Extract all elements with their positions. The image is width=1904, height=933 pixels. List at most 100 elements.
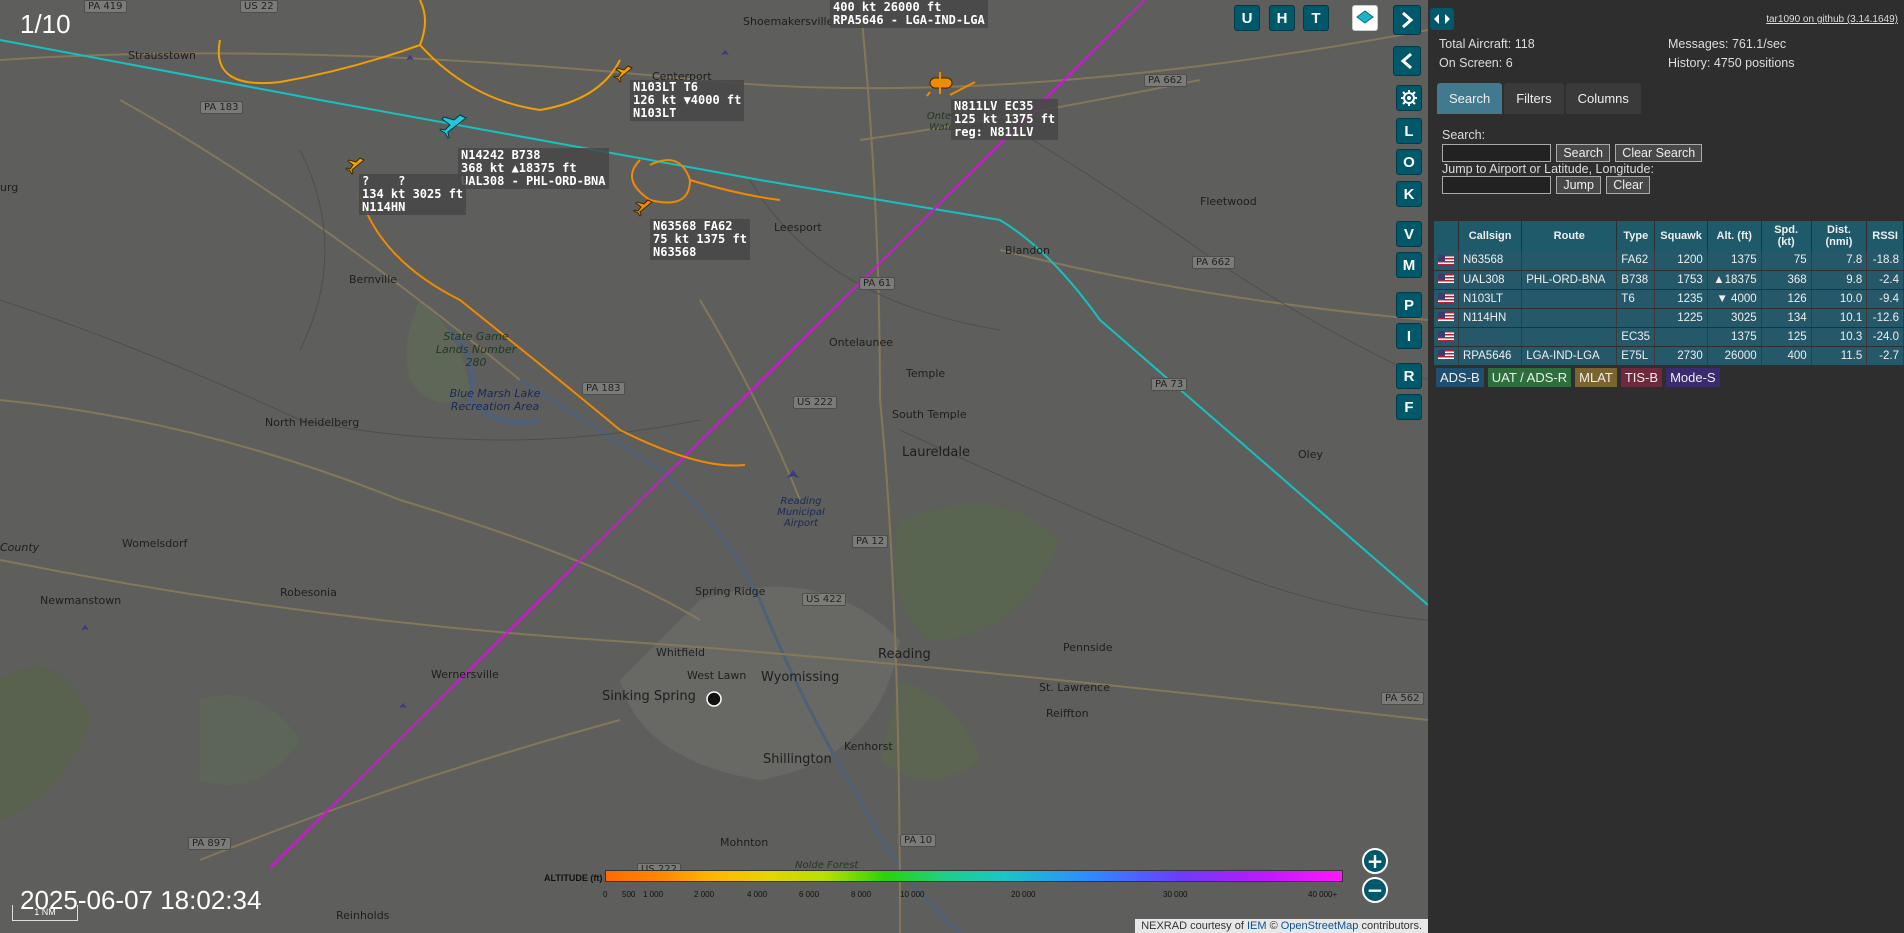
cell-type: T6 (1616, 289, 1656, 309)
column-header-altitude[interactable]: Alt. (ft) (1707, 221, 1762, 251)
aircraft-label-n14242[interactable]: N14242 B738 368 kt ▲18375 ft UAL308 - PH… (458, 148, 609, 189)
attribution-osm-link[interactable]: OpenStreetMap (1281, 920, 1359, 932)
settings-button[interactable] (1396, 85, 1422, 111)
cell-distance: 11.5 (1811, 346, 1868, 366)
sidebar-tabs: Search Filters Columns (1437, 83, 1641, 114)
on-screen-stat: On Screen: 6 (1439, 56, 1513, 70)
badge-uat-adsr: UAT / ADS-R (1487, 368, 1572, 387)
aircraft-label-n103lt[interactable]: N103LT T6 126 kt ▼4000 ft N103LT (630, 80, 745, 121)
map-view[interactable]: Strausstown Centerport Shoemakersville B… (0, 0, 1428, 933)
place-label: Blandon (1005, 244, 1050, 257)
aircraft-label-rpa5646[interactable]: 400 kt 26000 ft RPA5646 - LGA-IND-LGA (830, 0, 988, 28)
aircraft-label-n811lv[interactable]: N811LV EC35 125 kt 1375 ft reg: N811LV (951, 99, 1059, 140)
road-shield: US 422 (802, 593, 846, 606)
table-row[interactable]: UAL308 PHL-ORD-BNA B738 1753 ▲18375 368 … (1434, 270, 1904, 290)
cell-route: PHL-ORD-BNA (1521, 270, 1618, 290)
table-row[interactable]: EC35 1375 125 10.3 -24.0 (1434, 327, 1904, 347)
table-row[interactable]: N63568 FA62 1200 1375 75 7.8 -18.8 (1434, 251, 1904, 271)
altitude-tick: 40 000+ (1308, 890, 1338, 899)
aircraft-label-n63568[interactable]: N63568 FA62 75 kt 1375 ft N63568 (650, 219, 750, 260)
toggle-t-button[interactable]: T (1303, 5, 1329, 31)
table-row[interactable]: N114HN 1225 3025 134 10.1 -12.6 (1434, 308, 1904, 328)
toggle-i-button[interactable]: I (1396, 323, 1422, 349)
zoom-out-button[interactable]: − (1362, 877, 1388, 903)
column-header-speed[interactable]: Spd. (kt) (1761, 221, 1812, 251)
gear-icon (1401, 90, 1417, 106)
attribution-iem-link[interactable]: IEM (1247, 920, 1267, 932)
toggle-m-button[interactable]: M (1396, 252, 1422, 278)
place-label: Fleetwood (1200, 195, 1257, 208)
jump-input[interactable] (1442, 176, 1551, 194)
road-shield: PA 12 (852, 535, 889, 548)
toggle-f-button[interactable]: F (1396, 394, 1422, 420)
table-row[interactable]: RPA5646 LGA-IND-LGA E75L 2730 26000 400 … (1434, 346, 1904, 366)
cell-callsign: N114HN (1458, 308, 1523, 328)
search-input[interactable] (1442, 144, 1551, 162)
cell-speed: 126 (1761, 289, 1812, 309)
column-header-rssi[interactable]: RSSI (1866, 221, 1904, 251)
cell-distance: 7.8 (1811, 251, 1868, 271)
tab-filters[interactable]: Filters (1504, 83, 1564, 114)
cell-altitude: 26000 (1707, 346, 1762, 366)
cell-altitude: ▲18375 (1707, 270, 1762, 290)
messages-label: Messages: (1668, 37, 1729, 51)
aircraft-table: Callsign Route Type Squawk Alt. (ft) Spd… (1434, 221, 1904, 366)
place-label: Ontelaunee (829, 336, 893, 349)
layers-button[interactable] (1352, 5, 1378, 31)
clear-search-button[interactable]: Clear Search (1615, 144, 1703, 162)
page-counter: 1/10 (20, 9, 71, 39)
version-link[interactable]: tar1090 on github (3.14.1649) (1766, 14, 1898, 25)
flag-cell (1434, 251, 1459, 271)
cell-rssi: -2.4 (1866, 270, 1904, 290)
road-shield: PA 10 (900, 834, 937, 847)
altitude-tick: 1 000 (643, 890, 664, 899)
place-label: Shillington (763, 752, 832, 767)
arrows-horizontal-icon (1434, 14, 1450, 24)
place-label: Blue Marsh Lake Recreation Area (449, 387, 541, 413)
map-attribution: NEXRAD courtesy of IEM © OpenStreetMap c… (1135, 919, 1428, 933)
cell-rssi: -9.4 (1866, 289, 1904, 309)
tab-columns[interactable]: Columns (1565, 83, 1641, 114)
total-aircraft-label: Total Aircraft: (1439, 37, 1512, 51)
toggle-l-button[interactable]: L (1396, 118, 1422, 144)
jump-clear-button[interactable]: Clear (1606, 176, 1651, 194)
aircraft-label-n114hn[interactable]: ? ? 134 kt 3025 ft N114HN (359, 174, 467, 215)
toggle-h-button[interactable]: H (1269, 5, 1295, 31)
toggle-o-button[interactable]: O (1396, 149, 1422, 175)
zoom-in-button[interactable]: + (1362, 848, 1388, 874)
road-shield: PA 183 (582, 382, 625, 395)
expand-right-button[interactable] (1393, 5, 1421, 35)
toggle-p-button[interactable]: P (1396, 292, 1422, 318)
column-header-route[interactable]: Route (1521, 221, 1618, 251)
toggle-u-button[interactable]: U (1234, 5, 1260, 31)
cell-rssi: -2.7 (1866, 346, 1904, 366)
search-button[interactable]: Search (1556, 144, 1610, 162)
table-row[interactable]: N103LT T6 1235 ▼ 4000 126 10.0 -9.4 (1434, 289, 1904, 309)
place-label: Strausstown (128, 49, 197, 62)
toggle-r-button[interactable]: R (1396, 363, 1422, 389)
us-flag-icon (1438, 331, 1454, 342)
us-flag-icon (1438, 350, 1454, 361)
column-header-distance[interactable]: Dist. (nmi) (1811, 221, 1868, 251)
collapse-left-button[interactable] (1393, 46, 1421, 76)
tab-search[interactable]: Search (1437, 83, 1503, 114)
road-shield: PA 73 (1151, 378, 1188, 391)
toggle-v-button[interactable]: V (1396, 221, 1422, 247)
cell-speed: 368 (1761, 270, 1812, 290)
altitude-tick: 0 (603, 890, 608, 899)
column-header-squawk[interactable]: Squawk (1654, 221, 1708, 251)
cell-route (1521, 327, 1618, 347)
total-aircraft-value: 118 (1514, 37, 1535, 51)
altitude-color-bar (605, 870, 1343, 882)
place-label: Reading (878, 647, 931, 662)
cell-route (1521, 251, 1618, 271)
cell-squawk: 2730 (1654, 346, 1708, 366)
jump-button[interactable]: Jump (1556, 176, 1601, 194)
road-shield: PA 662 (1192, 256, 1235, 269)
column-header-type[interactable]: Type (1616, 221, 1656, 251)
column-header-callsign[interactable]: Callsign (1458, 221, 1523, 251)
cell-type (1616, 308, 1656, 328)
sidebar-resize-button[interactable] (1430, 8, 1454, 30)
toggle-k-button[interactable]: K (1396, 181, 1422, 207)
place-label: Wernersville (431, 668, 499, 681)
